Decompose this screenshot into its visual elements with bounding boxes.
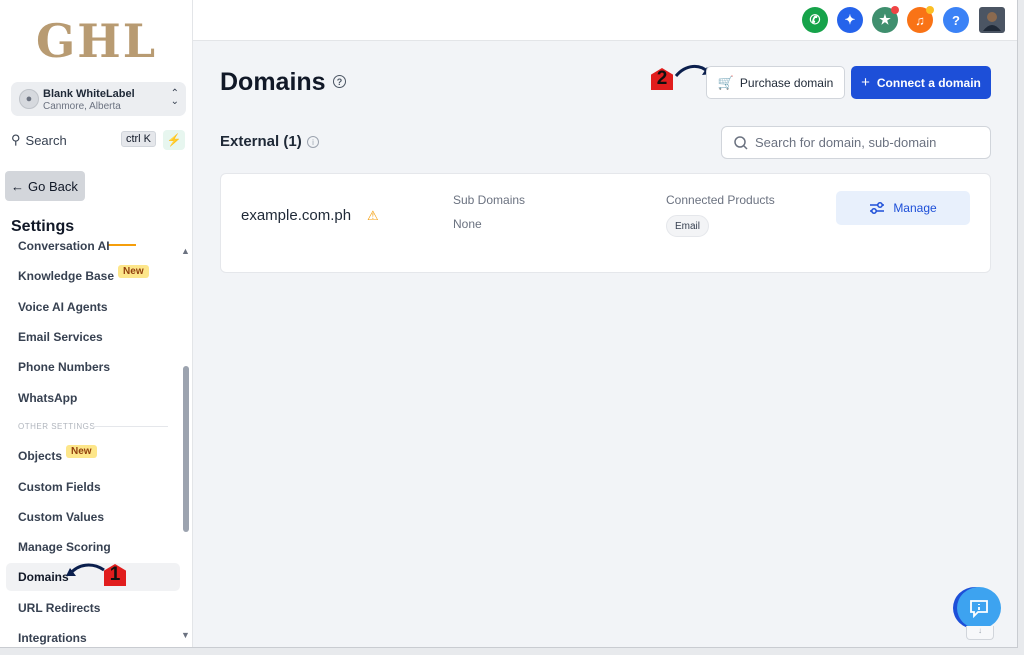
chat-widget-button[interactable] bbox=[957, 587, 1001, 629]
connect-domain-label: Connect a domain bbox=[876, 75, 981, 90]
settings-title: Settings bbox=[11, 218, 75, 235]
bell-icon[interactable]: ♫ bbox=[907, 6, 934, 33]
sidebar-item-objects[interactable]: Objects New bbox=[18, 445, 97, 464]
magic-wand-icon[interactable]: ✦ bbox=[837, 7, 863, 33]
external-section-title: External (1) bbox=[220, 133, 302, 150]
sidebar-item-label: Knowledge Base bbox=[18, 269, 115, 283]
sidebar-item-label: Objects bbox=[18, 449, 63, 463]
sidebar-item-custom-values[interactable]: Custom Values bbox=[18, 510, 104, 524]
sidebar-item-custom-fields[interactable]: Custom Fields bbox=[18, 480, 101, 494]
search-label: Search bbox=[25, 132, 67, 148]
go-back-button[interactable]: ← Go Back bbox=[5, 171, 85, 201]
domain-card: example.com.ph ⚠ Sub Domains None Connec… bbox=[220, 173, 991, 273]
sidebar-item-manage-scoring[interactable]: Manage Scoring bbox=[18, 540, 111, 554]
section-label-other-settings: OTHER SETTINGS bbox=[18, 422, 96, 431]
domain-search-placeholder: Search for domain, sub-domain bbox=[755, 135, 937, 150]
sliders-icon bbox=[870, 202, 885, 214]
sidebar-item-url-redirects[interactable]: URL Redirects bbox=[18, 601, 100, 615]
info-icon[interactable]: i bbox=[307, 136, 319, 148]
sub-domains-label: Sub Domains bbox=[453, 193, 526, 207]
sidebar-scrollbar[interactable] bbox=[183, 366, 189, 532]
account-avatar-icon: ● bbox=[19, 89, 39, 109]
cart-icon: 🛒 bbox=[717, 74, 734, 90]
connect-domain-button[interactable]: + Connect a domain bbox=[851, 66, 991, 99]
domain-name: example.com.ph bbox=[241, 207, 352, 224]
chat-download-icon[interactable]: ↓ bbox=[966, 626, 994, 640]
domain-search-input[interactable]: Search for domain, sub-domain bbox=[721, 126, 991, 159]
app-frame: GHL ● Blank WhiteLabel Canmore, Alberta … bbox=[0, 0, 1018, 648]
account-name: Blank WhiteLabel bbox=[43, 88, 135, 100]
manage-label: Manage bbox=[893, 201, 937, 215]
scroll-down-icon[interactable]: ▼ bbox=[181, 630, 190, 640]
person-icon bbox=[983, 12, 1001, 31]
sidebar-item-conversation-ai[interactable]: Conversation AI bbox=[18, 239, 110, 253]
sidebar-item-knowledge-base[interactable]: Knowledge Base New bbox=[18, 265, 149, 284]
notification-dot bbox=[891, 6, 899, 14]
plus-icon: + bbox=[861, 74, 870, 91]
search-shortcut: ctrl K bbox=[120, 131, 156, 147]
sidebar-search[interactable]: ⚲ Search ctrl K bbox=[11, 130, 156, 150]
new-badge: New bbox=[66, 445, 97, 458]
help-icon[interactable]: ? bbox=[943, 7, 969, 33]
go-back-label: Go Back bbox=[28, 178, 78, 194]
account-switcher[interactable]: ● Blank WhiteLabel Canmore, Alberta ⌃ ⌄ bbox=[11, 82, 186, 116]
section-divider bbox=[92, 426, 168, 427]
sidebar: GHL ● Blank WhiteLabel Canmore, Alberta … bbox=[0, 0, 193, 647]
top-bar: ✆ ✦ ★ ♫ ? bbox=[193, 0, 1017, 41]
settings-nav: Conversation AI Knowledge Base New Voice … bbox=[0, 236, 193, 647]
sub-domains-value: None bbox=[453, 217, 482, 231]
sidebar-item-phone-numbers[interactable]: Phone Numbers bbox=[18, 360, 110, 374]
purchase-domain-button[interactable]: 🛒 Purchase domain bbox=[706, 66, 845, 99]
question-circle-icon[interactable]: ? bbox=[333, 75, 346, 88]
brand-logo: GHL bbox=[36, 14, 158, 68]
new-badge: New bbox=[118, 265, 149, 278]
annotation-arrow-1 bbox=[66, 563, 105, 576]
sidebar-item-voice-ai-agents[interactable]: Voice AI Agents bbox=[18, 300, 108, 314]
search-icon: ⚲ bbox=[11, 132, 21, 147]
user-avatar[interactable] bbox=[979, 7, 1005, 33]
connected-product-chip: Email bbox=[666, 215, 710, 237]
scroll-up-icon[interactable]: ▲ bbox=[181, 246, 190, 256]
annotation-step-2: 2 bbox=[651, 68, 673, 90]
phone-icon[interactable]: ✆ bbox=[802, 7, 828, 33]
purchase-domain-label: Purchase domain bbox=[739, 75, 834, 90]
sidebar-item-email-services[interactable]: Email Services bbox=[18, 330, 103, 344]
warning-icon[interactable]: ⚠ bbox=[367, 208, 379, 224]
page-title: Domains bbox=[220, 68, 326, 96]
chevron-updown-icon: ⌃ ⌄ bbox=[170, 88, 179, 107]
megaphone-icon[interactable]: ★ bbox=[872, 6, 899, 33]
search-icon bbox=[734, 135, 748, 150]
notification-dot bbox=[926, 6, 934, 14]
sidebar-item-integrations[interactable]: Integrations bbox=[18, 631, 87, 645]
arrow-left-icon: ← bbox=[11, 178, 24, 194]
connected-products-label: Connected Products bbox=[666, 193, 775, 207]
quick-action-bolt-icon[interactable]: ⚡ bbox=[163, 130, 185, 150]
sidebar-item-whatsapp[interactable]: WhatsApp bbox=[18, 391, 77, 405]
chat-bubble-icon bbox=[970, 600, 988, 618]
account-location: Canmore, Alberta bbox=[43, 101, 121, 112]
manage-button[interactable]: Manage bbox=[836, 191, 970, 225]
